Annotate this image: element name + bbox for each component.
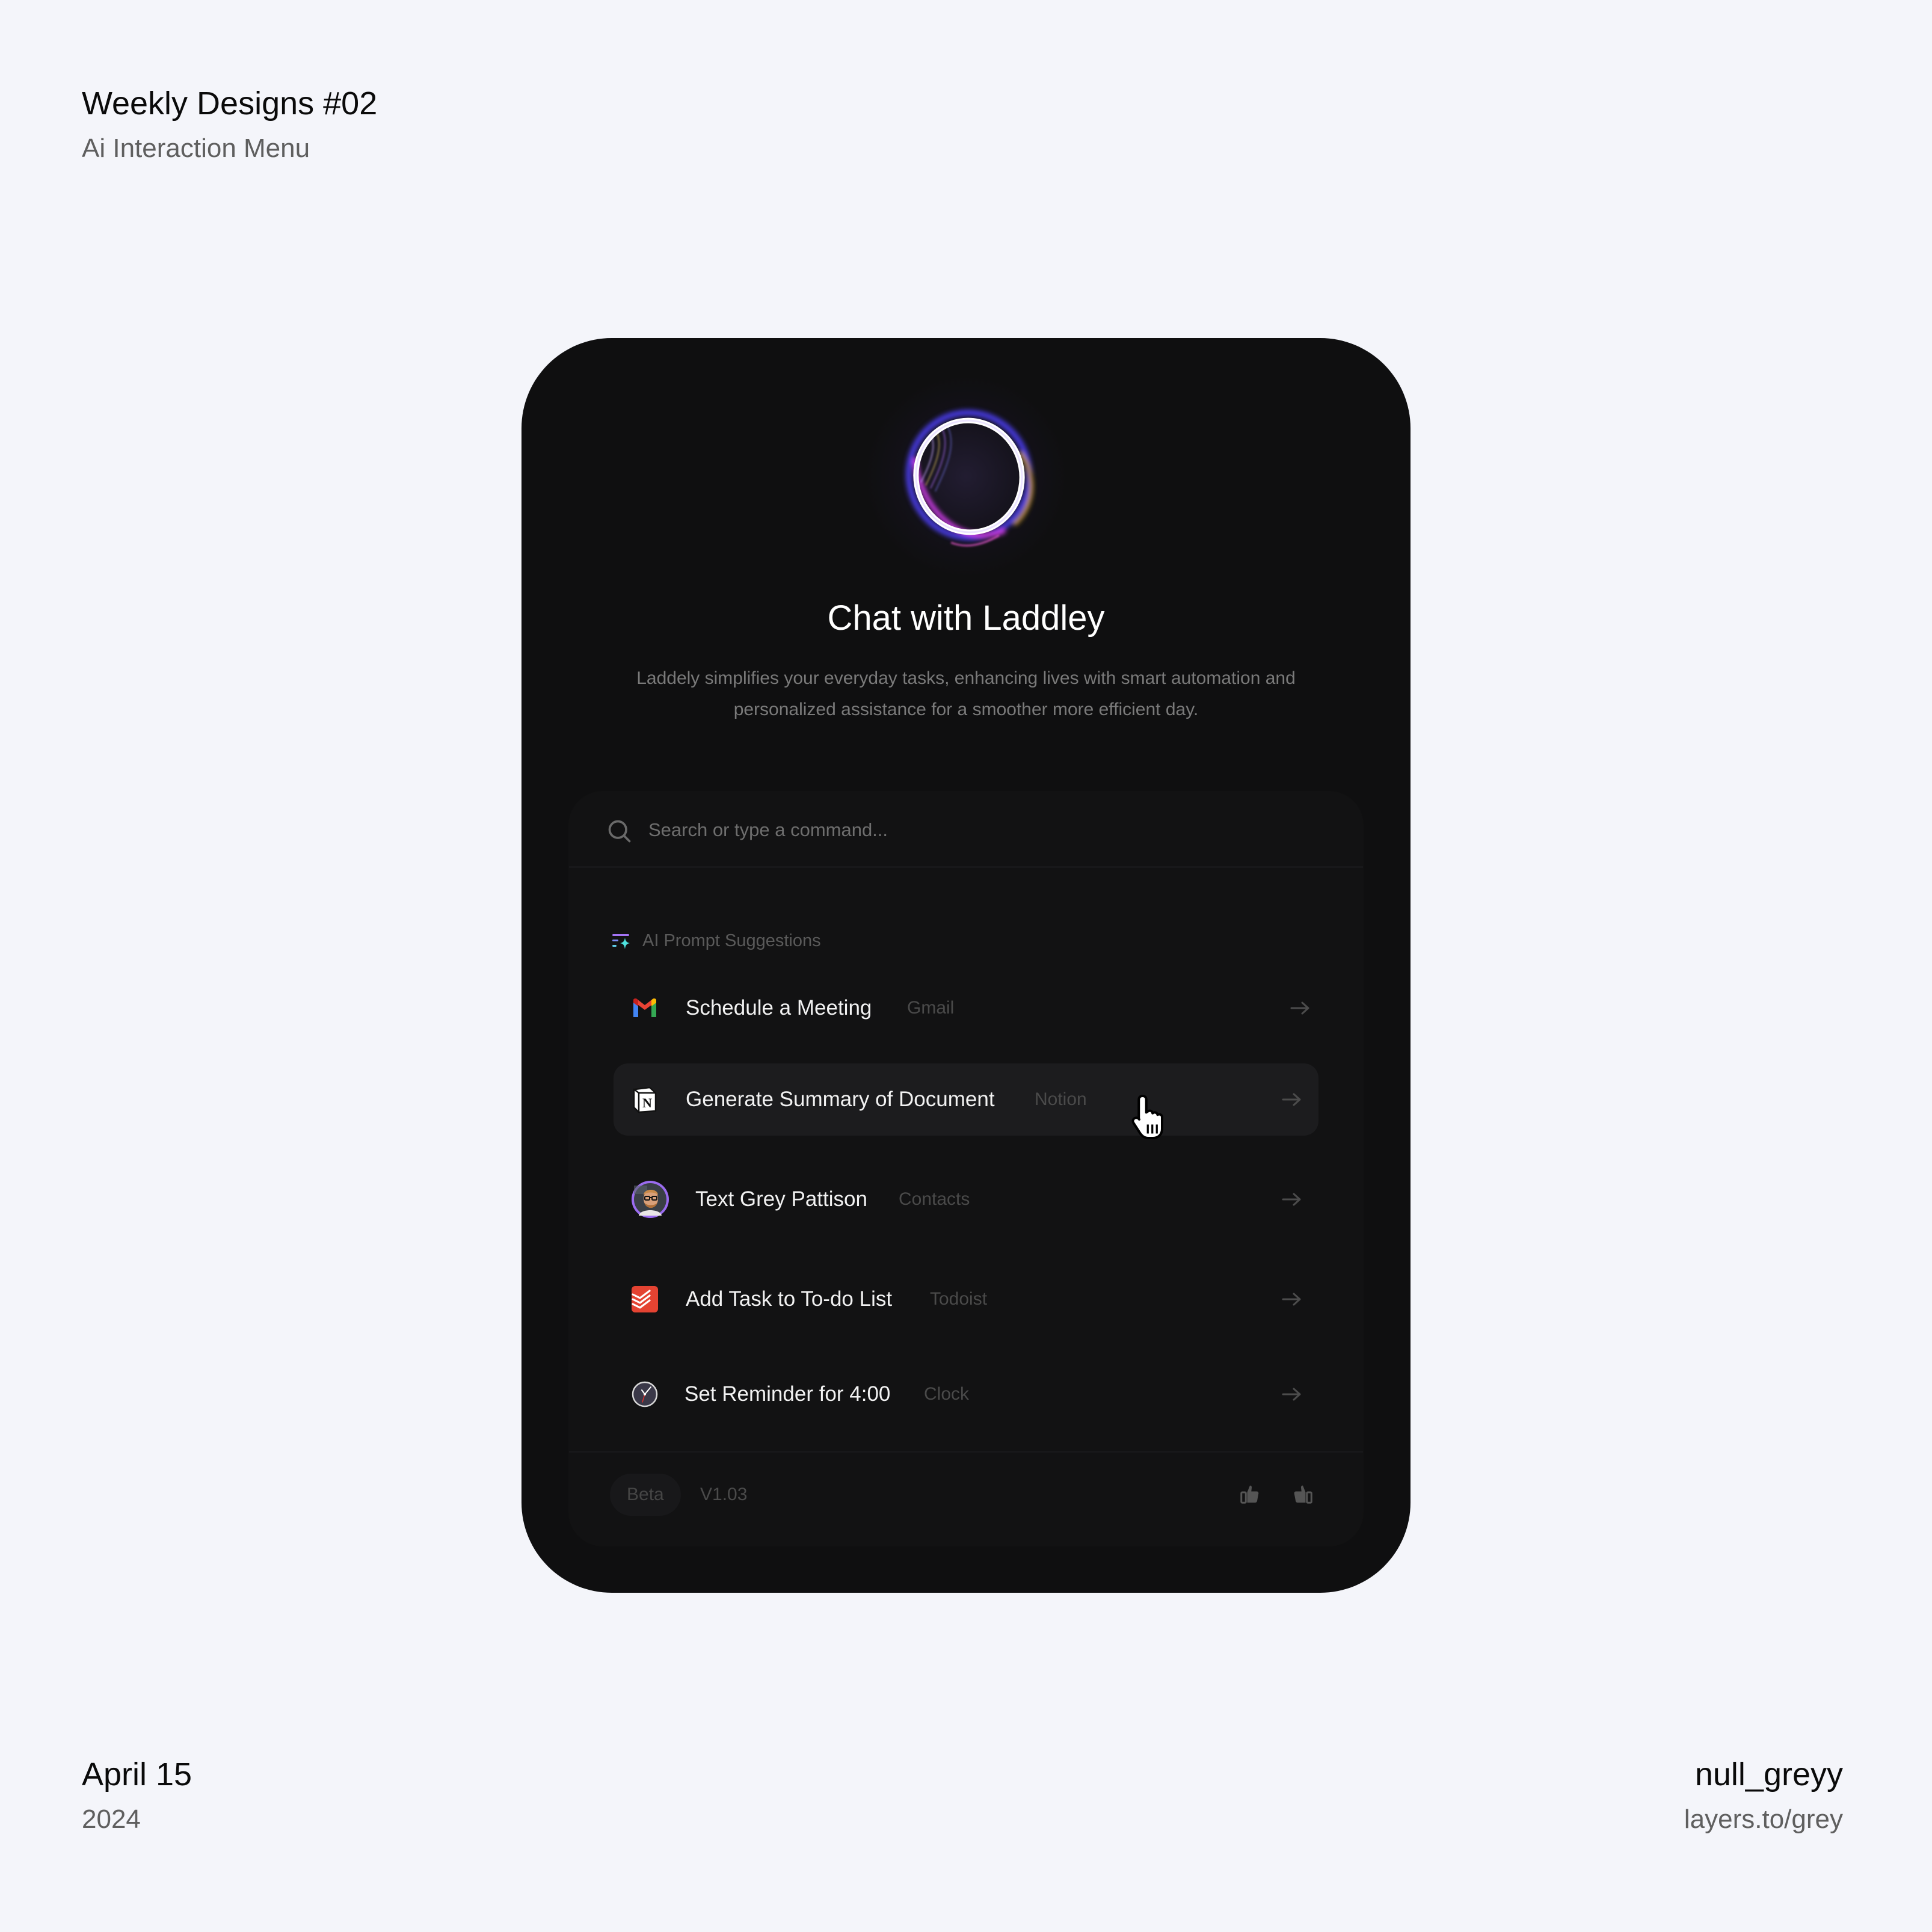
thumbs-up-icon[interactable]: [1292, 1483, 1314, 1505]
card-title: Chat with Laddley: [827, 598, 1105, 638]
suggestion-item-set-reminder[interactable]: Set Reminder for 4:00 Clock: [614, 1358, 1318, 1430]
ai-sparkle-list-icon: [612, 934, 630, 949]
design-subtitle: Ai Interaction Menu: [82, 133, 310, 163]
beta-badge: Beta: [610, 1474, 681, 1516]
suggestions-heading-label: AI Prompt Suggestions: [642, 931, 821, 950]
arrow-right-icon[interactable]: [1281, 1191, 1303, 1208]
footer-divider: [569, 1451, 1363, 1453]
suggestion-item-schedule-meeting[interactable]: Schedule a Meeting Gmail: [614, 972, 1318, 1044]
version-label: V1.03: [700, 1484, 748, 1504]
suggestion-app: Notion: [1035, 1089, 1087, 1109]
year-label: 2024: [82, 1804, 141, 1834]
arrow-right-icon[interactable]: [1290, 1000, 1311, 1017]
suggestion-app: Clock: [924, 1384, 970, 1404]
contact-avatar: [630, 1180, 670, 1219]
suggestions-heading: AI Prompt Suggestions: [611, 931, 821, 951]
todoist-icon: [632, 1286, 658, 1312]
suggestion-app: Contacts: [899, 1189, 970, 1209]
clock-icon: [632, 1381, 658, 1407]
author-block: null_greyy layers.to/grey: [1684, 1755, 1843, 1836]
search-bar: [569, 792, 1363, 868]
date-block: April 15 2024: [82, 1755, 192, 1836]
svg-text:N: N: [642, 1095, 652, 1110]
suggestion-title: Schedule a Meeting: [686, 996, 872, 1020]
card-description: Laddely simplifies your everyday tasks, …: [636, 668, 1296, 719]
arrow-right-icon[interactable]: [1281, 1386, 1303, 1403]
search-input[interactable]: [647, 813, 1191, 847]
arrow-right-icon[interactable]: [1281, 1091, 1303, 1108]
date-label: April 15: [82, 1756, 192, 1792]
suggestion-title: Generate Summary of Document: [686, 1088, 995, 1111]
suggestion-title: Text Grey Pattison: [695, 1187, 867, 1211]
search-icon: [608, 820, 631, 843]
header-block: Weekly Designs #02 Ai Interaction Menu: [82, 84, 377, 165]
suggestion-title: Add Task to To-do List: [686, 1287, 893, 1311]
suggestion-title: Set Reminder for 4:00: [685, 1382, 891, 1406]
suggestion-app: Todoist: [930, 1289, 988, 1309]
notion-icon: N: [632, 1086, 658, 1113]
suggestion-item-add-task[interactable]: Add Task to To-do List Todoist: [614, 1263, 1318, 1335]
ai-chat-card: Chat with Laddley Laddely simplifies you…: [521, 338, 1411, 1593]
suggestion-app: Gmail: [907, 998, 955, 1018]
thumbs-up-icon[interactable]: [1239, 1483, 1261, 1505]
arrow-right-icon[interactable]: [1281, 1291, 1303, 1308]
suggestion-item-generate-summary[interactable]: N Generate Summary of Document Notion: [614, 1063, 1318, 1136]
design-series-title: Weekly Designs #02: [82, 85, 378, 122]
author-name: null_greyy: [1694, 1756, 1843, 1792]
ai-orb-icon: [905, 410, 1033, 547]
author-link[interactable]: layers.to/grey: [1684, 1804, 1843, 1836]
gmail-icon: [632, 998, 658, 1018]
suggestion-item-text-contact[interactable]: Text Grey Pattison Contacts: [614, 1163, 1318, 1235]
command-panel: AI Prompt Suggestions Schedule a Meeting…: [569, 792, 1363, 1546]
